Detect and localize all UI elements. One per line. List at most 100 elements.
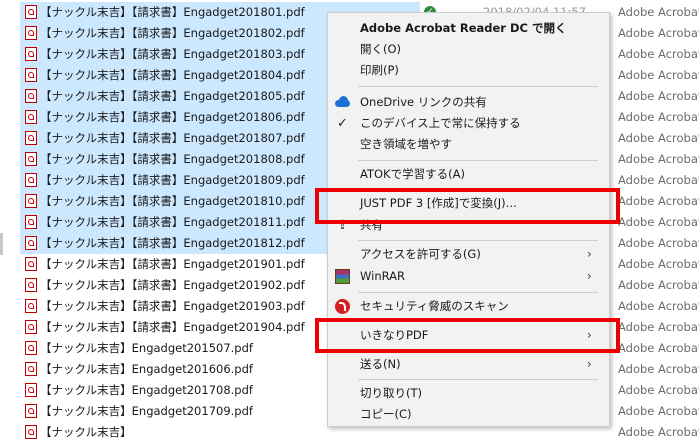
file-name: 【ナックル末吉】【請求書】Engadget201807.pdf (40, 131, 305, 145)
pdf-file-icon (25, 26, 37, 40)
file-name: 【ナックル末吉】【請求書】Engadget201802.pdf (40, 26, 305, 40)
menu-separator (358, 86, 598, 87)
file-type: Adobe Acrobat D... (618, 215, 699, 229)
file-name: 【ナックル末吉】【請求書】Engadget201804.pdf (40, 68, 305, 82)
pdf-file-icon (25, 257, 37, 271)
menu-item-label: WinRAR (360, 269, 405, 283)
file-name: 【ナックル末吉】【請求書】Engadget201902.pdf (40, 278, 305, 292)
menu-item-send-to[interactable]: 送る(N) › (328, 354, 611, 375)
file-name: 【ナックル末吉】【請求書】Engadget201801.pdf (40, 5, 305, 19)
menu-item-label: 空き領域を増やす (360, 137, 452, 151)
file-name: 【ナックル末吉】【請求書】Engadget201806.pdf (40, 110, 305, 124)
menu-item-label: 開く(O) (360, 42, 402, 56)
file-type: Adobe Acrobat D... (618, 110, 699, 124)
chevron-right-icon: › (587, 357, 592, 371)
chevron-right-icon: › (587, 247, 592, 261)
file-name: 【ナックル末吉】【請求書】Engadget201803.pdf (40, 47, 305, 61)
menu-item-open-with-acrobat[interactable]: Adobe Acrobat Reader DC で開く (328, 18, 611, 39)
pdf-file-icon (25, 341, 37, 355)
menu-item-free-up-space[interactable]: 空き領域を増やす (328, 134, 611, 155)
menu-item-security-scan[interactable]: セキュリティ脅威のスキャン (328, 296, 611, 317)
menu-item-give-access[interactable]: アクセスを許可する(G) › (328, 244, 611, 265)
menu-item-label: コピー(C) (360, 407, 412, 421)
file-type: Adobe Acrobat D... (618, 236, 699, 250)
pdf-file-icon (25, 110, 37, 124)
file-name: 【ナックル末吉】【請求書】Engadget201809.pdf (40, 173, 305, 187)
pdf-file-icon (25, 404, 37, 418)
menu-separator (358, 292, 598, 293)
pdf-file-icon (25, 383, 37, 397)
file-name: 【ナックル末吉】【請求書】Engadget201808.pdf (40, 152, 305, 166)
pdf-file-icon (25, 299, 37, 313)
navigation-pane-edge (0, 0, 20, 427)
pdf-file-icon (25, 278, 37, 292)
file-name: 【ナックル末吉】【請求書】Engadget201904.pdf (40, 320, 305, 334)
file-name: 【ナックル末吉】【請求書】Engadget201805.pdf (40, 89, 305, 103)
file-name: 【ナックル末吉】Engadget201709.pdf (40, 404, 253, 418)
file-type: Adobe Acrobat D... (618, 26, 699, 40)
file-name: 【ナックル末吉】Engadget201507.pdf (40, 341, 253, 355)
pdf-file-icon (25, 425, 37, 439)
menu-item-label: このデバイス上で常に保持する (360, 116, 521, 130)
file-name: 【ナックル末吉】【請求書】Engadget201811.pdf (40, 215, 305, 229)
file-type: Adobe Acrobat D... (618, 278, 699, 292)
security-icon (335, 299, 350, 314)
pdf-file-icon (25, 173, 37, 187)
menu-item-copy[interactable]: コピー(C) (328, 404, 611, 425)
pdf-file-icon (25, 194, 37, 208)
file-type: Adobe Acrobat D... (618, 47, 699, 61)
file-type: Adobe Acrobat D... (618, 362, 699, 376)
file-type: Adobe Acrobat D... (618, 341, 699, 355)
menu-item-label: 切り取り(T) (360, 386, 422, 400)
file-type: Adobe Acrobat D... (618, 68, 699, 82)
menu-item-label: OneDrive リンクの共有 (360, 95, 487, 109)
winrar-icon (335, 269, 350, 284)
menu-item-label: 印刷(P) (360, 63, 399, 77)
cloud-icon (335, 95, 350, 110)
menu-item-label: 送る(N) (360, 357, 401, 371)
menu-item-label: アクセスを許可する(G) (360, 247, 481, 261)
menu-item-atok-learn[interactable]: ATOKで学習する(A) (328, 164, 611, 185)
file-name: 【ナックル末吉】 (40, 425, 132, 439)
file-type: Adobe Acrobat D... (618, 257, 699, 271)
menu-item-onedrive-share[interactable]: OneDrive リンクの共有 (328, 92, 611, 113)
menu-item-label: セキュリティ脅威のスキャン (360, 299, 509, 313)
file-name: 【ナックル末吉】【請求書】Engadget201810.pdf (40, 194, 305, 208)
pdf-file-icon (25, 68, 37, 82)
pdf-file-icon (25, 152, 37, 166)
pdf-file-icon (25, 47, 37, 61)
menu-item-label: Adobe Acrobat Reader DC で開く (360, 21, 567, 35)
pdf-file-icon (25, 89, 37, 103)
file-type: Adobe Acrobat D... (618, 194, 699, 208)
menu-item-cut[interactable]: 切り取り(T) (328, 383, 611, 404)
pdf-file-icon (25, 236, 37, 250)
file-type: Adobe Acrobat D... (618, 404, 699, 418)
menu-item-open[interactable]: 開く(O) (328, 39, 611, 60)
file-type: Adobe Acrobat D... (618, 383, 699, 397)
file-name: 【ナックル末吉】【請求書】Engadget201903.pdf (40, 299, 305, 313)
menu-separator (358, 160, 598, 161)
highlight-box-just-pdf (315, 188, 620, 224)
file-type: Adobe Acrobat D... (618, 173, 699, 187)
highlight-box-ikinari-pdf (315, 318, 620, 353)
file-type: Adobe Acrobat D... (618, 152, 699, 166)
file-name: 【ナックル末吉】Engadget201708.pdf (40, 383, 253, 397)
menu-item-keep-on-device[interactable]: ✓ このデバイス上で常に保持する (328, 113, 611, 134)
pdf-file-icon (25, 362, 37, 376)
file-name: 【ナックル末吉】【請求書】Engadget201901.pdf (40, 257, 305, 271)
file-type: Adobe Acrobat D... (618, 131, 699, 145)
menu-item-print[interactable]: 印刷(P) (328, 60, 611, 81)
pdf-file-icon (25, 131, 37, 145)
file-type: Adobe Acrobat D... (618, 5, 699, 19)
file-type: Adobe Acrobat D... (618, 320, 699, 334)
checkmark-icon: ✓ (337, 116, 348, 131)
file-type: Adobe Acrobat D... (618, 89, 699, 103)
file-type: Adobe Acrobat D... (618, 425, 699, 439)
menu-item-winrar[interactable]: WinRAR › (328, 266, 611, 287)
pdf-file-icon (25, 215, 37, 229)
menu-separator (358, 240, 598, 241)
menu-item-label: ATOKで学習する(A) (360, 167, 465, 181)
file-name: 【ナックル末吉】【請求書】Engadget201812.pdf (40, 236, 305, 250)
pdf-file-icon (25, 5, 37, 19)
chevron-right-icon: › (587, 269, 592, 283)
